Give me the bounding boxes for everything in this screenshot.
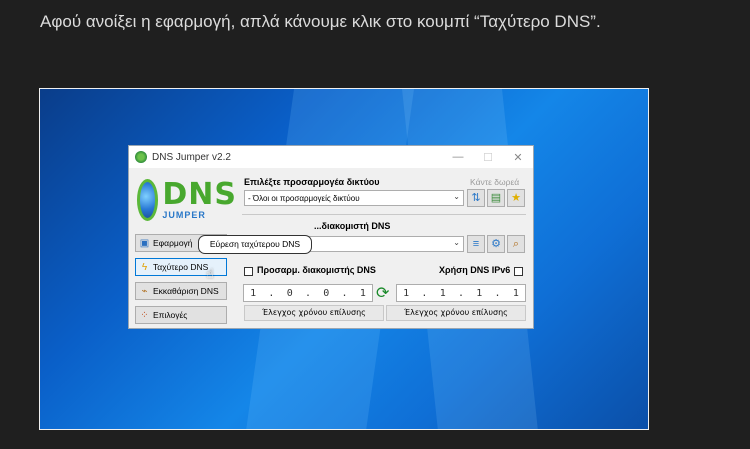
window-title: DNS Jumper v2.2	[152, 151, 231, 163]
gear-icon: ⚙	[491, 238, 501, 250]
ip-octet: 1	[403, 287, 410, 299]
ip-dot: .	[268, 287, 275, 299]
article-paragraph: Αφού ανοίξει η εφαρμογή, απλά κάνουμε κλ…	[40, 12, 601, 31]
lightning-icon: ϟ	[141, 261, 148, 273]
title-bar: DNS Jumper v2.2 — ☐ ✕	[129, 146, 533, 168]
chevron-down-icon: ⌄	[453, 192, 460, 201]
ip-dot: .	[304, 287, 311, 299]
dns-search-button[interactable]: ⌕	[507, 235, 525, 253]
monitor-icon: ▤	[490, 192, 502, 204]
dns-settings-button[interactable]: ⚙	[487, 235, 505, 253]
custom-dns-checkbox[interactable]	[244, 267, 253, 276]
ip-octet: 1	[476, 287, 483, 299]
ip-dot: .	[494, 287, 501, 299]
list-icon: ≡	[472, 238, 480, 250]
ip-dot: .	[457, 287, 464, 299]
secondary-dns-input[interactable]: 1 . 1 . 1 . 1	[396, 284, 526, 302]
minimize-button[interactable]: —	[443, 151, 473, 163]
ip-octet: 1	[250, 287, 257, 299]
ip-octet: 0	[286, 287, 293, 299]
flush-dns-button[interactable]: ⌁ Εκκαθάριση DNS	[135, 282, 227, 300]
apply-button-label: Εφαρμογή	[153, 238, 193, 248]
screenshot-image: DNS Jumper v2.2 — ☐ ✕ DNS JUMPER ▣ Εφαρμ…	[39, 88, 649, 430]
adapter-info-button[interactable]: ▤	[487, 189, 505, 207]
fastest-dns-button-label: Ταχύτερο DNS	[153, 262, 209, 272]
network-icon: ⇅	[471, 192, 481, 204]
primary-resolve-time: Έλεγχος χρόνου επίλυσης	[244, 305, 384, 321]
donate-link[interactable]: Κάντε δωρεά	[470, 177, 519, 187]
dns-list-button[interactable]: ≡	[467, 235, 485, 253]
custom-dns-label: Προσαρμ. διακομιστής DNS	[257, 265, 376, 275]
dns-server-label: ...διακομιστή DNS	[314, 221, 391, 231]
save-icon: ▣	[139, 237, 150, 249]
network-settings-button[interactable]: ⇅	[467, 189, 485, 207]
hand-cursor-icon: ☝	[206, 267, 214, 282]
secondary-resolve-time: Έλεγχος χρόνου επίλυσης	[386, 305, 526, 321]
adapter-select-value: - Όλοι οι προσαρμογείς δικτύου	[248, 193, 360, 203]
swap-dns-icon[interactable]: ⟳	[376, 284, 389, 302]
ip-octet: 1	[439, 287, 446, 299]
adapter-label: Επιλέξτε προσαρμογέα δικτύου	[244, 177, 380, 187]
chevron-down-icon: ⌄	[453, 238, 460, 247]
star-icon: ★	[511, 192, 521, 204]
logo-dns-text: DNS	[162, 177, 237, 212]
app-icon	[135, 151, 147, 163]
options-button[interactable]: ⁘ Επιλογές	[135, 306, 227, 324]
fastest-dns-tooltip: Εύρεση ταχύτερου DNS	[198, 235, 312, 254]
close-button[interactable]: ✕	[503, 151, 533, 164]
search-icon: ⌕	[512, 238, 520, 250]
adapter-select[interactable]: - Όλοι οι προσαρμογείς δικτύου ⌄	[244, 190, 464, 206]
dns-jumper-logo: DNS JUMPER	[137, 172, 237, 228]
primary-dns-input[interactable]: 1 . 0 . 0 . 1	[243, 284, 373, 302]
favorite-button[interactable]: ★	[507, 189, 525, 207]
separator	[242, 214, 526, 215]
ip-octet: 1	[359, 287, 366, 299]
ipv6-checkbox[interactable]	[514, 267, 523, 276]
options-button-label: Επιλογές	[153, 310, 188, 320]
options-icon: ⁘	[140, 309, 149, 321]
broom-icon: ⌁	[141, 285, 148, 297]
maximize-button[interactable]: ☐	[473, 151, 503, 164]
flush-dns-button-label: Εκκαθάριση DNS	[153, 286, 219, 296]
ip-octet: 1	[512, 287, 519, 299]
ip-dot: .	[341, 287, 348, 299]
ipv6-label: Χρήση DNS IPv6	[439, 265, 511, 275]
globe-icon	[137, 179, 159, 221]
ip-octet: 0	[323, 287, 330, 299]
ip-dot: .	[421, 287, 428, 299]
